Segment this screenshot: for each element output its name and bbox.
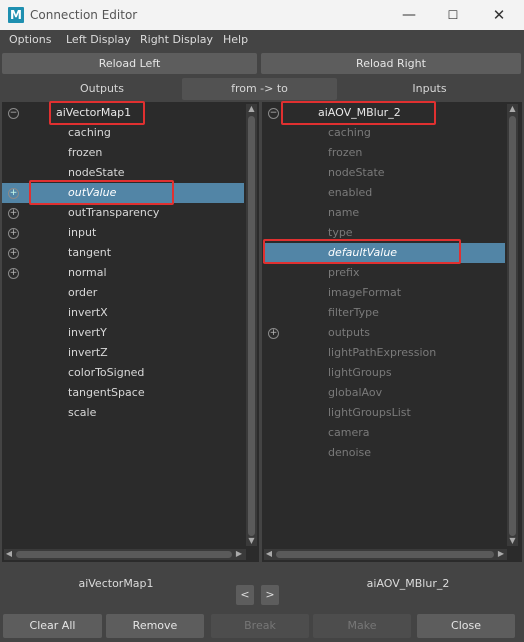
make-button[interactable]: Make — [313, 614, 411, 638]
left-item-invertx[interactable]: invertX — [68, 303, 108, 323]
right-item-frozen[interactable]: frozen — [328, 143, 362, 163]
scroll-up-arrow-icon[interactable]: ▲ — [246, 104, 257, 114]
maya-logo-icon: M — [8, 7, 24, 23]
menu-left-display[interactable]: Left Display — [66, 33, 131, 46]
scroll-down-arrow-icon[interactable]: ▼ — [507, 536, 518, 546]
highlight-box — [281, 101, 436, 125]
highlight-box — [263, 239, 461, 264]
left-item-tangentspace[interactable]: tangentSpace — [68, 383, 145, 403]
scroll-up-arrow-icon[interactable]: ▲ — [507, 104, 518, 114]
maximize-button[interactable]: ☐ — [430, 0, 476, 30]
left-item-order[interactable]: order — [68, 283, 97, 303]
inputs-list[interactable] — [262, 102, 522, 562]
left-item-caching[interactable]: caching — [68, 123, 111, 143]
expand-icon[interactable]: + — [8, 268, 19, 279]
left-item-normal[interactable]: normal — [68, 263, 107, 283]
expand-icon[interactable]: + — [8, 208, 19, 219]
left-item-tangent[interactable]: tangent — [68, 243, 111, 263]
right-item-lightgroupslist[interactable]: lightGroupsList — [328, 403, 411, 423]
next-button[interactable]: > — [261, 585, 279, 605]
right-vertical-scroll-thumb[interactable] — [509, 116, 516, 536]
right-item-outputs[interactable]: outputs — [328, 323, 370, 343]
reload-left-button[interactable]: Reload Left — [2, 53, 257, 74]
right-item-prefix[interactable]: prefix — [328, 263, 359, 283]
expand-icon[interactable]: + — [8, 248, 19, 259]
right-item-caching[interactable]: caching — [328, 123, 371, 143]
left-item-frozen[interactable]: frozen — [68, 143, 102, 163]
left-node-label: aiVectorMap1 — [78, 577, 154, 590]
left-item-input[interactable]: input — [68, 223, 96, 243]
outputs-list[interactable] — [2, 102, 259, 562]
left-item-scale[interactable]: scale — [68, 403, 96, 423]
menu-help[interactable]: Help — [223, 33, 248, 46]
direction-toggle[interactable]: from -> to — [182, 78, 337, 100]
close-button[interactable]: Close — [417, 614, 515, 638]
right-item-lightgroups[interactable]: lightGroups — [328, 363, 392, 383]
expand-icon[interactable]: + — [8, 188, 19, 199]
left-item-inverty[interactable]: invertY — [68, 323, 107, 343]
scroll-right-arrow-icon[interactable]: ▶ — [234, 549, 244, 560]
scroll-down-arrow-icon[interactable]: ▼ — [246, 536, 257, 546]
outputs-header: Outputs — [80, 82, 124, 95]
scroll-right-arrow-icon[interactable]: ▶ — [496, 549, 506, 560]
reload-right-button[interactable]: Reload Right — [261, 53, 521, 74]
window-title: Connection Editor — [30, 8, 138, 22]
left-item-invertz[interactable]: invertZ — [68, 343, 108, 363]
scroll-left-arrow-icon[interactable]: ◀ — [264, 549, 274, 560]
highlight-box — [29, 180, 174, 205]
clear-all-button[interactable]: Clear All — [3, 614, 102, 638]
left-item-colortosigned[interactable]: colorToSigned — [68, 363, 144, 383]
menu-options[interactable]: Options — [9, 33, 51, 46]
highlight-box — [49, 101, 145, 125]
collapse-icon[interactable]: − — [268, 108, 279, 119]
expand-icon[interactable]: + — [8, 228, 19, 239]
collapse-icon[interactable]: − — [8, 108, 19, 119]
right-item-globalaov[interactable]: globalAov — [328, 383, 382, 403]
right-item-lightpathexpression[interactable]: lightPathExpression — [328, 343, 436, 363]
right-item-enabled[interactable]: enabled — [328, 183, 372, 203]
menu-right-display[interactable]: Right Display — [140, 33, 213, 46]
scroll-left-arrow-icon[interactable]: ◀ — [4, 549, 14, 560]
right-item-denoise[interactable]: denoise — [328, 443, 371, 463]
right-item-imageformat[interactable]: imageFormat — [328, 283, 401, 303]
expand-icon[interactable]: + — [268, 328, 279, 339]
right-node-label: aiAOV_MBlur_2 — [366, 577, 450, 590]
right-item-filtertype[interactable]: filterType — [328, 303, 379, 323]
left-item-outtransparency[interactable]: outTransparency — [68, 203, 159, 223]
right-horizontal-scroll-thumb[interactable] — [276, 551, 494, 558]
break-button[interactable]: Break — [211, 614, 309, 638]
left-horizontal-scroll-thumb[interactable] — [16, 551, 232, 558]
previous-button[interactable]: < — [236, 585, 254, 605]
left-vertical-scroll-thumb[interactable] — [248, 116, 255, 536]
right-item-nodestate[interactable]: nodeState — [328, 163, 385, 183]
minimize-button[interactable]: — — [386, 0, 432, 30]
remove-button[interactable]: Remove — [106, 614, 204, 638]
right-item-camera[interactable]: camera — [328, 423, 370, 443]
right-item-name[interactable]: name — [328, 203, 359, 223]
inputs-header: Inputs — [412, 82, 447, 95]
close-window-button[interactable]: ✕ — [476, 0, 522, 30]
